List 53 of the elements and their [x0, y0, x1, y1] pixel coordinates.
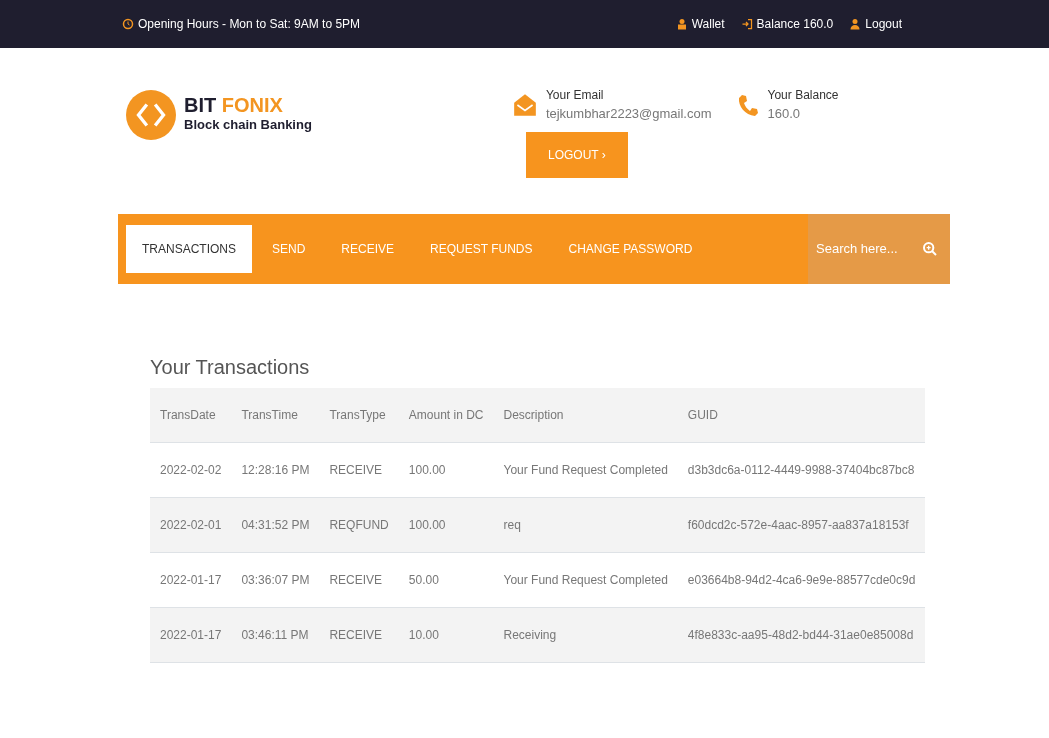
table-cell: 4f8e833c-aa95-48d2-bd44-31ae0e85008d: [677, 607, 926, 663]
table-cell: req: [493, 497, 678, 553]
table-cell: 10.00: [398, 607, 494, 663]
top-bar-link[interactable]: Wallet: [675, 15, 725, 33]
table-cell: 100.00: [398, 497, 494, 553]
logout-button[interactable]: LOGOUT ›: [525, 131, 628, 178]
table-cell: 12:28:16 PM: [231, 442, 320, 498]
info-label: Your Balance: [767, 87, 839, 104]
table-cell: e03664b8-94d2-4ca6-9e9e-88577cde0c9d: [677, 552, 926, 608]
brand-name: BIT FONIX: [184, 95, 284, 116]
info-value: 160.0: [767, 105, 802, 123]
info-label: Your Email: [545, 87, 605, 104]
column-header: GUID: [677, 387, 926, 443]
column-header: TransTime: [231, 387, 320, 443]
sign-in-icon: [740, 18, 753, 30]
brand-tagline: Block chain Banking: [184, 116, 312, 135]
column-header: Amount in DC: [398, 387, 494, 443]
table-cell: 2022-01-17: [150, 552, 232, 608]
table-cell: f60dcd2c-572e-4aac-8957-aa837a18153f: [677, 497, 926, 553]
person-icon: [675, 18, 688, 30]
table-cell: Receiving: [493, 607, 678, 663]
nav-tab[interactable]: RECEIVE: [325, 224, 411, 273]
top-bar-link[interactable]: Balance 160.0: [740, 15, 834, 33]
table-cell: d3b3dc6a-0112-4449-9988-37404bc87bc8: [677, 442, 926, 498]
table-cell: RECEIVE: [319, 442, 399, 498]
top-bar-link[interactable]: Logout: [849, 15, 902, 33]
table-cell: Your Fund Request Completed: [493, 442, 678, 498]
table-cell: 2022-02-02: [150, 442, 232, 498]
opening-hours-text: Opening Hours - Mon to Sat: 9AM to 5PM: [138, 16, 361, 33]
table-cell: 04:31:52 PM: [231, 497, 320, 553]
table-cell: 2022-02-01: [150, 497, 232, 553]
search-icon: [922, 240, 938, 257]
table-cell: REQFUND: [319, 497, 399, 553]
column-header: TransDate: [150, 387, 232, 443]
table-cell: 50.00: [398, 552, 494, 608]
table-cell: 03:46:11 PM: [231, 607, 320, 663]
nav-tab[interactable]: SEND: [256, 224, 322, 273]
section-title: Your Transactions: [150, 354, 311, 380]
table-cell: 2022-01-17: [150, 607, 232, 663]
logo-icon: [126, 90, 176, 140]
info-value: tejkumbhar2223@gmail.com: [545, 105, 712, 123]
nav-tab[interactable]: TRANSACTIONS: [126, 224, 252, 273]
nav-tab[interactable]: REQUEST FUNDS: [414, 224, 549, 273]
column-header: TransType: [319, 387, 399, 443]
clock-icon: [122, 18, 134, 30]
person-icon: [849, 18, 862, 30]
table-cell: RECEIVE: [319, 552, 399, 608]
table-cell: RECEIVE: [319, 607, 399, 663]
column-header: Description: [493, 387, 678, 443]
table-cell: 100.00: [398, 442, 494, 498]
nav-tab[interactable]: CHANGE PASSWORD: [552, 224, 709, 273]
table-cell: 03:36:07 PM: [231, 552, 320, 608]
table-cell: Your Fund Request Completed: [493, 552, 678, 608]
